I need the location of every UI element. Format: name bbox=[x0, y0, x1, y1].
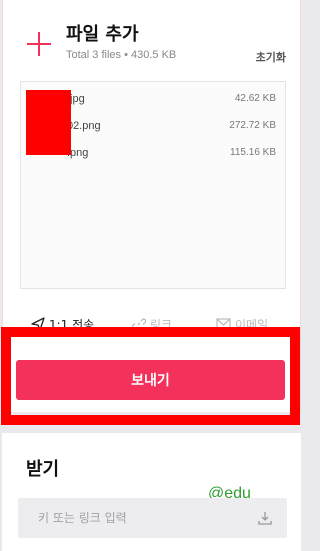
receive-card: 받기 @edu bbox=[2, 433, 301, 551]
file-name: 02.png bbox=[67, 120, 101, 132]
file-size: 115.16 KB bbox=[230, 147, 276, 158]
receive-title: 받기 bbox=[26, 459, 60, 480]
add-file-row[interactable]: 파일 추가 Total 3 files • 430.5 KB 초기화 bbox=[3, 0, 302, 80]
send-button[interactable]: 보내기 bbox=[16, 360, 285, 400]
reset-button[interactable]: 초기화 bbox=[256, 49, 286, 65]
redaction-block bbox=[26, 90, 71, 155]
file-summary: Total 3 files • 430.5 KB bbox=[66, 49, 177, 61]
plus-icon[interactable] bbox=[27, 32, 51, 56]
key-or-link-input[interactable] bbox=[18, 498, 287, 538]
download-icon[interactable] bbox=[258, 511, 272, 525]
add-file-title[interactable]: 파일 추가 bbox=[66, 20, 139, 46]
file-size: 42.62 KB bbox=[234, 93, 276, 104]
file-size: 272.72 KB bbox=[229, 120, 276, 131]
